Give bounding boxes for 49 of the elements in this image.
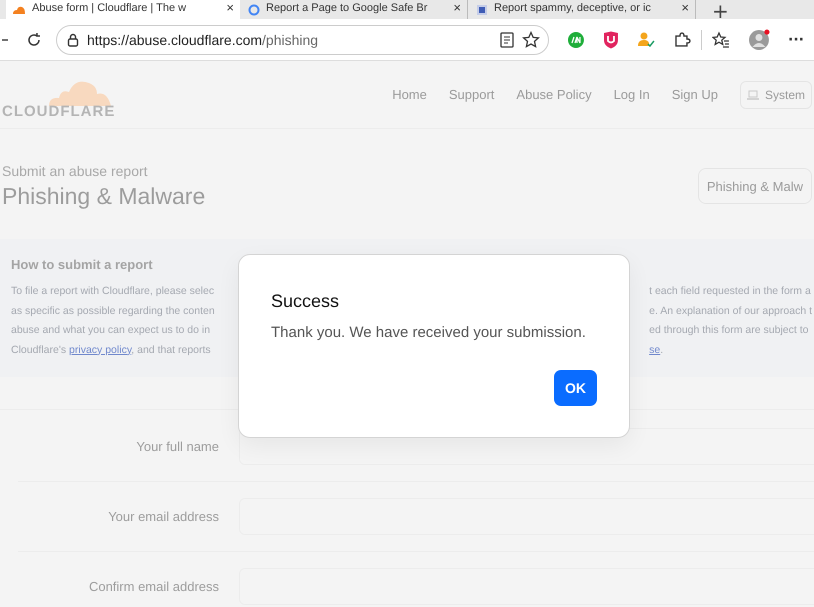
tab-title: Report a Page to Google Safe Br bbox=[266, 2, 428, 14]
info-text-line: Cloudflare's privacy policy, and that reports bbox=[11, 342, 211, 358]
info-text-line: t each field requested in the form a bbox=[649, 284, 811, 299]
info-link[interactable]: se bbox=[649, 344, 660, 356]
favorites-icon[interactable] bbox=[712, 30, 730, 48]
info-text-line: abuse and what you can expect us to do in bbox=[11, 323, 210, 338]
dialog-title: Success bbox=[271, 291, 340, 312]
address-bar[interactable]: https://abuse.cloudflare.com/phishing bbox=[56, 24, 550, 54]
profile-avatar-icon[interactable] bbox=[748, 28, 770, 50]
m-badge-icon[interactable] bbox=[567, 30, 586, 48]
reader-view-icon[interactable] bbox=[500, 32, 514, 48]
laptop-icon bbox=[746, 90, 759, 100]
dialog-message: Thank you. We have received your submission. bbox=[271, 324, 587, 341]
nav-link[interactable]: Abuse Policy bbox=[516, 87, 592, 102]
info-text-line: e. An explanation of our approach t bbox=[649, 304, 812, 318]
theme-button[interactable]: System bbox=[740, 80, 812, 108]
report-type-select[interactable]: Phishing & Malw bbox=[698, 168, 812, 204]
tab-close-button[interactable]: × bbox=[681, 0, 689, 15]
nav-link[interactable]: Log In bbox=[614, 87, 650, 102]
person-check-icon[interactable] bbox=[637, 30, 656, 48]
shield-extension-icon[interactable] bbox=[603, 30, 620, 48]
tab-title: Report spammy, deceptive, or ic bbox=[494, 2, 652, 14]
info-text-line: ed through this form are subject to bbox=[649, 323, 808, 338]
tab-close-button[interactable]: × bbox=[453, 0, 461, 15]
cloud-favicon-icon bbox=[12, 4, 26, 14]
info-text-line: as specific as possible regarding the conten bbox=[11, 304, 215, 318]
new-tab-button[interactable]: + bbox=[712, 1, 729, 21]
tab-title: Abuse form | Cloudflare | The w bbox=[32, 2, 188, 14]
lock-icon bbox=[66, 32, 79, 46]
browser-tab[interactable]: Abuse form | Cloudflare | The w × bbox=[6, 0, 240, 19]
reload-icon[interactable] bbox=[26, 32, 42, 48]
page-title: Phishing & Malware bbox=[2, 182, 206, 210]
field-label: Your email address bbox=[107, 509, 219, 524]
nav-link[interactable]: Home bbox=[392, 87, 427, 102]
tab-close-button[interactable]: × bbox=[226, 0, 234, 15]
privacy-policy-link[interactable]: privacy policy bbox=[69, 344, 132, 356]
url-text: https://abuse.cloudflare.com/phishing bbox=[86, 32, 318, 48]
page-kicker: Submit an abuse report bbox=[2, 162, 149, 178]
more-menu-button[interactable]: ··· bbox=[788, 32, 804, 48]
puzzle-icon[interactable] bbox=[673, 30, 692, 48]
nav-link[interactable]: Support bbox=[448, 87, 494, 102]
star-icon[interactable] bbox=[522, 30, 540, 48]
info-heading: How to submit a report bbox=[11, 257, 154, 272]
ok-button[interactable]: OK bbox=[554, 370, 597, 406]
field-label: Your full name bbox=[135, 439, 219, 454]
info-text-line: se. bbox=[649, 342, 664, 358]
info-text-line: To file a report with Cloudflare, please selec bbox=[11, 284, 214, 299]
nav-link[interactable]: Sign Up bbox=[672, 87, 718, 102]
field-label: Confirm email address bbox=[88, 579, 219, 594]
